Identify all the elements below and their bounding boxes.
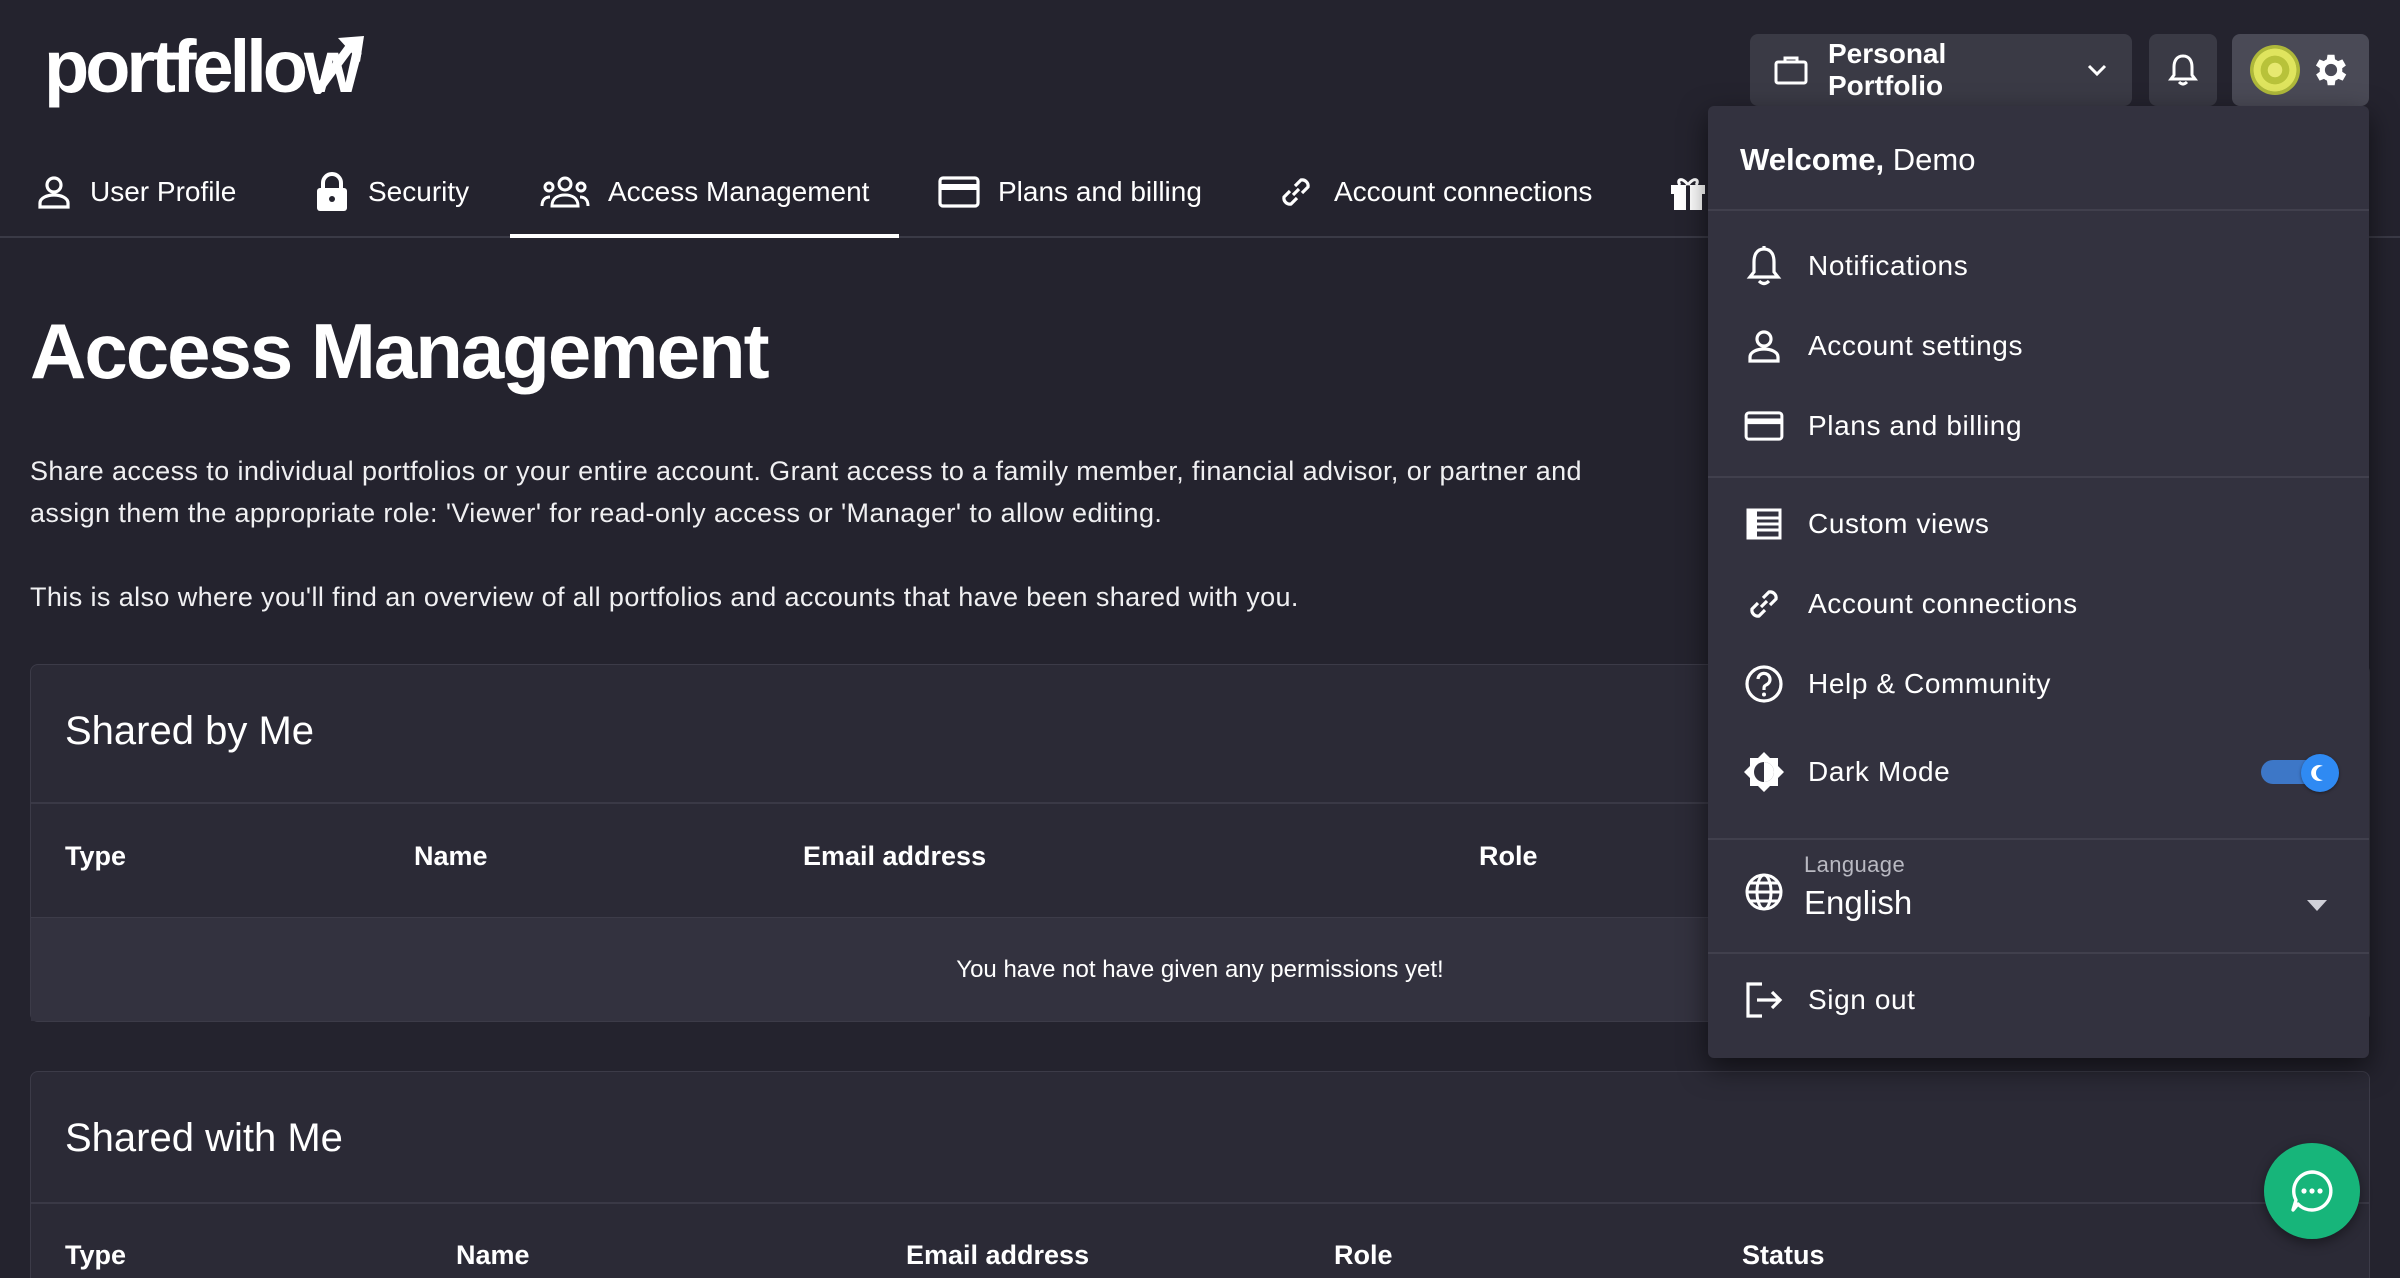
column-header-name[interactable]: Name [456,1240,530,1271]
column-header-role[interactable]: Role [1479,841,1538,872]
notifications-button[interactable] [2149,34,2217,106]
page-description: Share access to individual portfolios or… [30,456,1582,528]
brightness-icon [1742,750,1786,794]
menu-item-label: Custom views [1808,508,1990,539]
shared-with-me-card: Shared with Me Type Name Email address R… [30,1071,2370,1278]
card-title: Shared with Me [65,1116,343,1160]
tab-label: Security [368,176,470,207]
group-icon [540,175,590,209]
tab-access-management[interactable]: Access Management [509,148,900,238]
language-label: Language [1804,852,1906,877]
column-header-type[interactable]: Type [65,841,126,872]
bell-icon [1742,245,1786,287]
menu-item-help-community[interactable]: Help & Community [1742,654,2339,714]
tab-label: Access Management [608,176,870,207]
gear-icon [2310,49,2352,91]
chevron-down-icon [2086,63,2108,77]
menu-item-sign-out[interactable]: Sign out [1742,970,2339,1030]
caret-down-icon[interactable] [2307,900,2327,912]
person-icon [36,174,72,210]
page-title: Access Management [30,307,770,395]
list-view-icon [1742,508,1786,540]
menu-item-dark-mode[interactable]: Dark Mode [1742,742,2339,802]
gift-icon [1668,172,1708,212]
card-title: Shared by Me [65,709,315,753]
portfolio-selector-button[interactable]: Personal Portfolio [1750,34,2132,106]
chat-button[interactable] [2264,1143,2360,1239]
menu-item-label: Account settings [1808,330,2024,361]
tab-label: Plans and billing [998,176,1202,207]
credit-card-icon [938,175,980,209]
language-select[interactable]: English [1804,884,1912,922]
globe-icon [1742,872,1786,912]
link-icon [1742,584,1786,624]
chat-bubble-icon [2288,1167,2336,1215]
lock-icon [314,172,350,212]
menu-item-label: Dark Mode [1808,756,1951,787]
link-icon [1276,172,1316,212]
dark-mode-toggle[interactable] [2261,754,2339,792]
menu-item-label: Help & Community [1808,668,2052,699]
divider [31,1202,2369,1204]
menu-item-label: Account connections [1808,588,2078,619]
divider [1708,952,2369,954]
column-header-email[interactable]: Email address [803,841,986,872]
empty-state-message: You have not have given any permissions … [956,955,1444,983]
menu-item-account-settings[interactable]: Account settings [1742,316,2339,376]
moon-icon [2301,754,2339,792]
menu-item-custom-views[interactable]: Custom views [1742,494,2339,554]
person-icon [1742,328,1786,364]
sign-out-icon [1742,981,1786,1019]
bell-icon [2168,53,2198,87]
divider [1708,209,2369,211]
user-dropdown-menu: Welcome, Demo Notifications Account sett… [1708,106,2369,1058]
credit-card-icon [1742,410,1786,442]
user-menu-button[interactable] [2232,34,2369,106]
briefcase-icon [1774,55,1808,85]
column-header-email[interactable]: Email address [906,1240,1089,1271]
column-header-name[interactable]: Name [414,841,488,872]
tab-label: User Profile [90,176,237,207]
page-description-secondary: This is also where you'll find an overvi… [30,582,1299,612]
help-icon [1742,664,1786,704]
menu-item-account-connections[interactable]: Account connections [1742,574,2339,634]
divider [1708,838,2369,840]
column-header-status[interactable]: Status [1742,1240,1825,1271]
menu-item-label: Sign out [1808,984,1916,1015]
menu-item-label: Plans and billing [1808,410,2023,441]
welcome-label: Welcome, [1740,142,1885,177]
tab-label: Account connections [1334,176,1593,207]
welcome-message: Welcome, Demo [1740,142,1975,178]
avatar [2249,45,2300,95]
tab-account-connections[interactable]: Account connections [1276,148,1592,236]
menu-item-label: Notifications [1808,250,1969,281]
welcome-user-name: Demo [1892,142,1976,177]
tab-security[interactable]: Security [314,148,469,236]
logo-arrow-icon [313,36,364,94]
column-header-type[interactable]: Type [65,1240,126,1271]
tab-plans-billing[interactable]: Plans and billing [938,148,1202,236]
tab-user-profile[interactable]: User Profile [36,148,236,236]
column-header-role[interactable]: Role [1334,1240,1393,1271]
menu-item-plans-billing[interactable]: Plans and billing [1742,396,2339,456]
divider [1708,476,2369,478]
portfolio-selector-label: Personal Portfolio [1828,38,1947,101]
tab-rewards[interactable] [1668,148,1708,236]
menu-item-notifications[interactable]: Notifications [1742,236,2339,296]
